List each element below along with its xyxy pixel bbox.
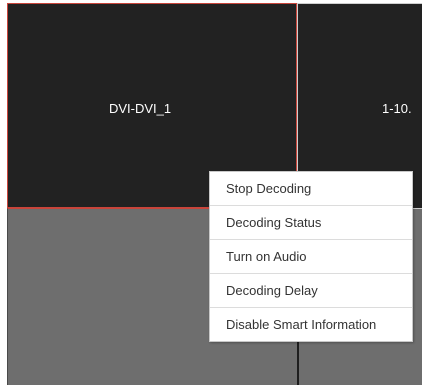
menu-item-decoding-delay[interactable]: Decoding Delay xyxy=(210,274,412,308)
context-menu: Stop Decoding Decoding Status Turn on Au… xyxy=(209,171,413,342)
menu-item-decoding-status[interactable]: Decoding Status xyxy=(210,206,412,240)
video-tile-2-label: 1-10. xyxy=(382,101,412,116)
menu-item-turn-on-audio[interactable]: Turn on Audio xyxy=(210,240,412,274)
menu-item-stop-decoding[interactable]: Stop Decoding xyxy=(210,172,412,206)
video-tile-1-label: DVI-DVI_1 xyxy=(109,101,172,116)
menu-item-disable-smart-information[interactable]: Disable Smart Information xyxy=(210,308,412,341)
